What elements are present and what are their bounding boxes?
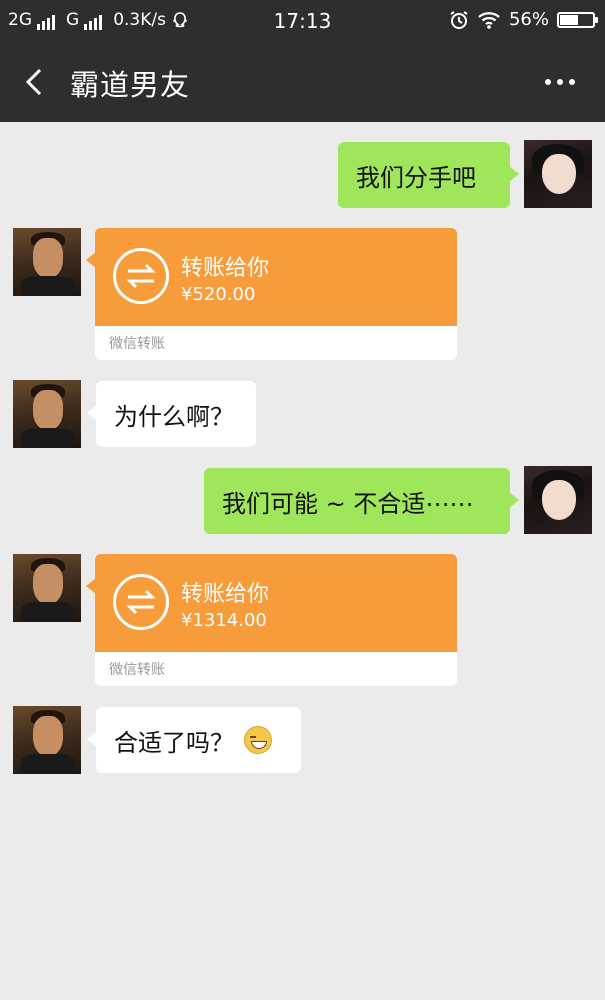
chevron-left-icon[interactable]: [20, 66, 48, 98]
transfer-icon: [113, 248, 169, 304]
wifi-icon: [478, 11, 500, 29]
transfer-amount: ¥1314.00: [181, 610, 267, 631]
transfer-title: 转账给你: [181, 256, 270, 281]
battery-percent: 56%: [508, 9, 549, 30]
message-item: 为什么啊？: [0, 380, 605, 448]
chat-header: 霸道男友: [0, 42, 605, 122]
message-item: 合适了吗？: [0, 706, 605, 774]
message-item: 转账给你 ¥520.00 微信转账: [0, 228, 605, 360]
transfer-card[interactable]: 转账给你 ¥520.00 微信转账: [86, 228, 457, 360]
transfer-source: 微信转账: [109, 336, 165, 352]
message-text: 合适了吗？: [114, 728, 234, 757]
alarm-icon: [450, 10, 468, 29]
message-item: 我们分手吧: [0, 140, 605, 210]
contact-avatar[interactable]: [13, 706, 81, 774]
more-dots-icon[interactable]: [545, 79, 575, 85]
message-bubble[interactable]: 我们分手吧: [338, 142, 519, 208]
contact-avatar[interactable]: [13, 554, 81, 622]
grin-emoji-icon: [244, 726, 272, 754]
message-item: 转账给你 ¥1314.00 微信转账: [0, 554, 605, 686]
message-bubble[interactable]: 我们可能 ~ 不合适⋯⋯: [204, 468, 519, 534]
transfer-source: 微信转账: [109, 662, 165, 678]
battery-icon: [557, 11, 598, 28]
message-item: 我们可能 ~ 不合适⋯⋯: [0, 466, 605, 536]
message-bubble[interactable]: 为什么啊？: [87, 381, 256, 447]
my-avatar[interactable]: [524, 466, 592, 534]
contact-avatar[interactable]: [13, 380, 81, 448]
message-bubble[interactable]: 合适了吗？: [87, 707, 301, 773]
transfer-card[interactable]: 转账给你 ¥1314.00 微信转账: [86, 554, 457, 686]
my-avatar[interactable]: [524, 140, 592, 208]
message-text: 我们分手吧: [356, 163, 476, 192]
transfer-amount: ¥520.00: [181, 284, 256, 305]
transfer-title: 转账给你: [181, 582, 270, 607]
chat-title: 霸道男友: [70, 68, 191, 102]
message-text: 为什么啊？: [114, 402, 234, 431]
status-bar: 2G G 0.3K/s 17:13 56%: [0, 0, 605, 42]
contact-avatar[interactable]: [13, 228, 81, 296]
transfer-icon: [113, 574, 169, 630]
message-text: 我们可能 ~ 不合适⋯⋯: [222, 489, 474, 518]
